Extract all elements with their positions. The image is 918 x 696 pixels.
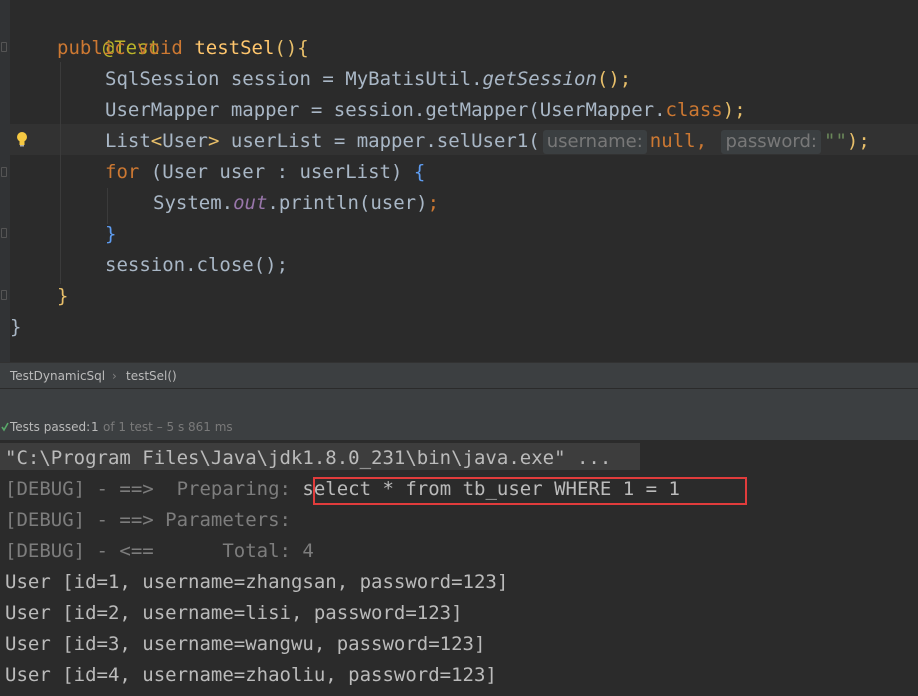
keyword: null — [649, 130, 696, 152]
static-field: out — [233, 192, 268, 214]
type: UserMapper — [105, 99, 220, 121]
code-line[interactable]: List<User> userList = mapper.selUser1(us… — [105, 126, 870, 157]
brace: { — [297, 37, 309, 59]
sql-highlight-box — [313, 477, 747, 505]
breadcrumb-method[interactable]: testSel() — [126, 363, 177, 389]
call-tail: (); — [596, 68, 632, 90]
console-user-line: User [id=3, username=wangwu, password=12… — [5, 633, 486, 655]
operator: = — [310, 68, 346, 90]
debug-prefix: [DEBUG] - ==> Preparing: — [5, 478, 303, 500]
class-ref: UserMapper. — [539, 99, 666, 121]
param-hint-username: username: — [542, 130, 647, 154]
code-line[interactable]: UserMapper mapper = session.getMapper(Us… — [105, 95, 746, 126]
console-user-line: User [id=4, username=zhaoliu, password=1… — [5, 664, 497, 686]
run-toolbar — [0, 388, 918, 415]
method-name: testSel — [194, 37, 275, 59]
code-line[interactable]: @Test — [57, 2, 160, 59]
console-output[interactable]: "C:\Program Files\Java\jdk1.8.0_231\bin\… — [0, 440, 918, 696]
code-line[interactable]: } — [10, 312, 21, 343]
class-ref: MyBatisUtil. — [345, 68, 483, 90]
code-line[interactable]: SqlSession session = MyBatisUtil.getSess… — [105, 64, 631, 95]
call-tail: ); — [846, 130, 870, 152]
keyword: public — [57, 37, 126, 59]
class-ref: System. — [153, 192, 234, 214]
keyword: for — [105, 161, 140, 183]
variable: session — [230, 68, 311, 90]
test-status-label: Tests passed: — [10, 420, 91, 434]
expression: session.close(); — [105, 254, 289, 276]
fold-marker[interactable] — [1, 167, 7, 177]
comma: , — [695, 130, 708, 152]
code-line[interactable]: public void testSel(){ — [57, 33, 309, 64]
console-user-line: User [id=1, username=zhangsan, password=… — [5, 571, 509, 593]
type: SqlSession — [105, 68, 220, 90]
bracket: > — [207, 130, 220, 152]
test-status-bar: Tests passed: 1 of 1 test – 5 s 861 ms — [0, 414, 918, 440]
call-tail: ); — [722, 99, 746, 121]
expression: .println(user) — [267, 192, 428, 214]
code-line[interactable]: } — [105, 219, 116, 250]
console-line: [DEBUG] - ==> Parameters: — [5, 509, 303, 531]
type: List — [105, 130, 151, 152]
code-line[interactable]: for (User user : userList) { — [105, 157, 425, 188]
semicolon: ; — [427, 192, 440, 214]
code-line[interactable]: } — [57, 281, 68, 312]
variable: mapper — [230, 99, 300, 121]
console-user-line: User [id=2, username=lisi, password=123] — [5, 602, 463, 624]
keyword: class — [665, 99, 723, 121]
param-hint-password: password: — [721, 130, 821, 154]
keyword: void — [137, 37, 183, 59]
expression: = session.getMapper( — [299, 99, 540, 121]
fold-marker[interactable] — [1, 290, 7, 300]
brace: } — [57, 285, 69, 307]
console-line: [DEBUG] - <== Total: 4 — [5, 540, 314, 562]
expression: (User user : userList) — [139, 161, 414, 183]
test-status-count: 1 — [91, 420, 99, 434]
breadcrumb-class[interactable]: TestDynamicSql — [10, 363, 105, 389]
indent-guide — [60, 62, 61, 284]
code-line[interactable]: session.close(); — [105, 250, 288, 281]
generic-type: User — [162, 130, 208, 152]
bracket: < — [150, 130, 163, 152]
brace: } — [10, 316, 22, 338]
lightbulb-icon[interactable] — [16, 131, 28, 147]
expression: userList = mapper.selUser1( — [219, 130, 540, 152]
editor-gutter[interactable] — [0, 0, 10, 362]
fold-marker[interactable] — [1, 228, 7, 238]
brace: } — [105, 223, 117, 245]
console-command[interactable]: "C:\Program Files\Java\jdk1.8.0_231\bin\… — [5, 443, 611, 474]
fold-marker[interactable] — [1, 42, 7, 52]
static-call: getSession — [482, 68, 597, 90]
brace: { — [413, 161, 426, 183]
check-icon — [1, 422, 9, 432]
paren: () — [274, 37, 298, 59]
test-status-detail: of 1 test – 5 s 861 ms — [103, 420, 233, 434]
breadcrumb: TestDynamicSql › testSel() — [0, 362, 918, 389]
code-editor[interactable]: @Test public void testSel(){ SqlSession … — [0, 0, 918, 362]
string-literal: "" — [824, 130, 847, 152]
code-line[interactable]: System.out.println(user); — [153, 188, 439, 219]
breadcrumb-separator: › — [112, 369, 117, 383]
